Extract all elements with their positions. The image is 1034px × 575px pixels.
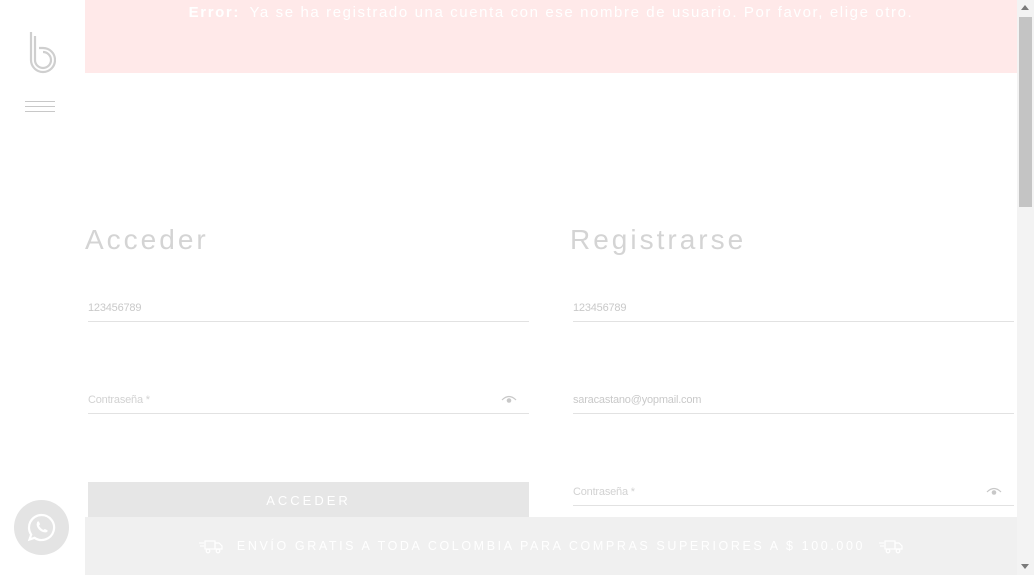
page-scrollbar[interactable]	[1017, 0, 1034, 575]
register-email-field	[573, 387, 1014, 414]
menu-line	[25, 106, 55, 107]
whatsapp-button[interactable]	[14, 500, 69, 555]
register-title: Registrarse	[570, 224, 747, 255]
login-username-field	[88, 295, 529, 322]
menu-line	[25, 101, 55, 102]
login-username-input[interactable]	[88, 295, 529, 321]
login-password-field	[88, 387, 529, 414]
shipping-banner: ENVÍO GRATIS A TODA COLOMBIA PARA COMPRA…	[85, 517, 1017, 575]
sidebar	[0, 0, 85, 575]
shipping-text: ENVÍO GRATIS A TODA COLOMBIA PARA COMPRA…	[236, 539, 866, 553]
login-button[interactable]: ACCEDER	[88, 482, 529, 522]
eye-icon[interactable]	[986, 487, 1002, 497]
login-title: Acceder	[85, 224, 209, 255]
error-banner: Error: Ya se ha registrado una cuenta co…	[85, 0, 1017, 73]
hamburger-menu-icon[interactable]	[25, 101, 55, 113]
error-message: Error: Ya se ha registrado una cuenta co…	[85, 4, 1017, 21]
eye-icon[interactable]	[501, 395, 517, 405]
login-password-input[interactable]	[88, 387, 529, 413]
delivery-truck-icon	[198, 540, 223, 554]
menu-line	[25, 111, 55, 112]
scroll-thumb[interactable]	[1019, 17, 1032, 207]
register-username-field	[573, 295, 1014, 322]
whatsapp-icon	[27, 513, 56, 542]
logo-b-icon[interactable]	[26, 30, 56, 76]
register-email-input[interactable]	[573, 387, 1014, 413]
register-password-input[interactable]	[573, 479, 1014, 505]
error-message-text: Ya se ha registrado una cuenta con ese n…	[249, 4, 914, 21]
scroll-down-arrow-icon[interactable]	[1021, 564, 1029, 569]
error-label: Error:	[188, 4, 240, 21]
register-password-field	[573, 479, 1014, 506]
register-username-input[interactable]	[573, 295, 1014, 321]
scroll-up-arrow-icon[interactable]	[1021, 5, 1029, 10]
delivery-truck-icon	[879, 540, 903, 554]
